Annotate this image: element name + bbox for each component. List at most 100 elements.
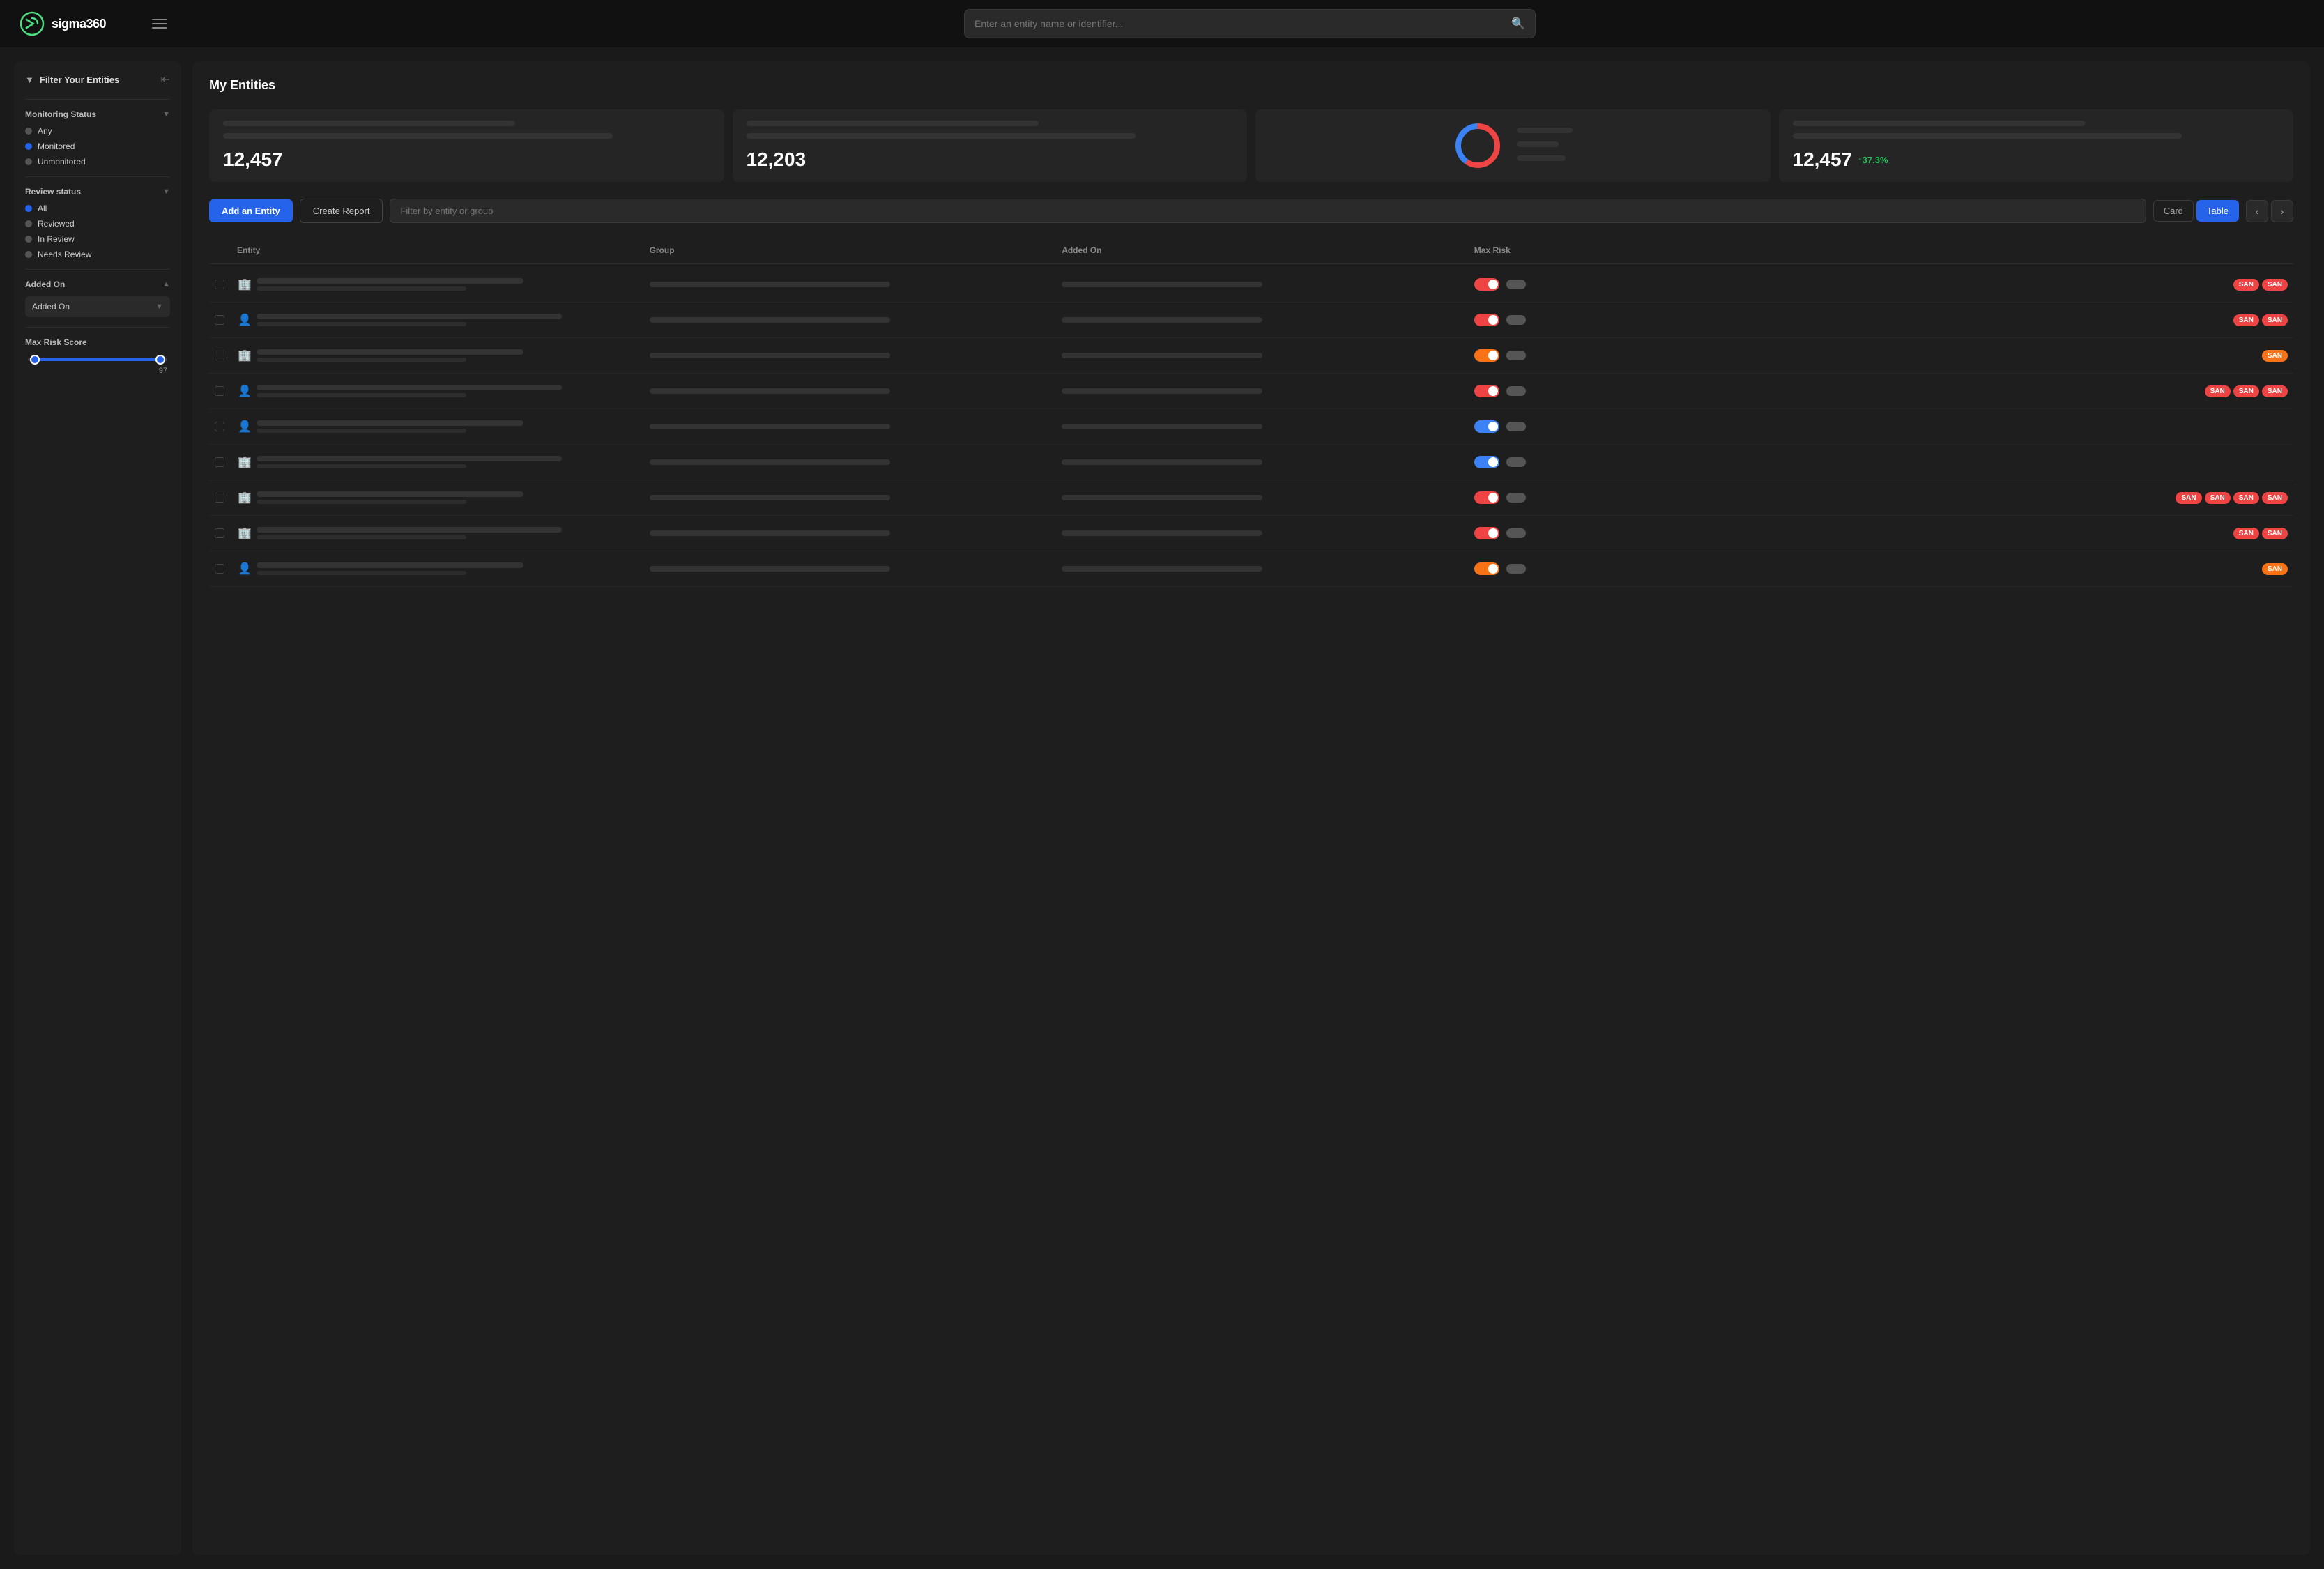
row-5-checkbox[interactable] — [215, 422, 224, 431]
row-9-name-skeleton — [257, 562, 523, 568]
prev-arrow[interactable]: ‹ — [2246, 200, 2268, 222]
search-input[interactable] — [974, 18, 1511, 29]
hamburger-menu[interactable] — [152, 19, 167, 29]
review-option-in-review[interactable]: In Review — [25, 234, 170, 244]
row-5-group-skeleton — [650, 424, 890, 429]
row-7-risk-cell — [1469, 489, 1881, 507]
row-2-risk-toggle[interactable] — [1474, 314, 1499, 326]
row-3-checkbox-cell — [209, 348, 231, 363]
stat-skeleton-1 — [223, 121, 515, 126]
row-9-san-1: SAN — [2262, 563, 2288, 575]
row-1-risk-track — [1506, 280, 1526, 289]
row-3-badges-cell: SAN — [1881, 347, 2293, 365]
review-status-title: Review status — [25, 187, 81, 197]
row-1-risk-toggle[interactable] — [1474, 278, 1499, 291]
create-report-button[interactable]: Create Report — [300, 199, 383, 223]
row-3-risk-toggle[interactable] — [1474, 349, 1499, 362]
row-4-risk-toggle[interactable] — [1474, 385, 1499, 397]
row-6-entity-cell: 🏢 — [231, 452, 644, 473]
stat-card-4: 12,457 ↑37.3% — [1779, 109, 2294, 182]
row-3-entity-info — [257, 349, 639, 362]
row-6-sub-skeleton — [257, 464, 466, 468]
view-card-button[interactable]: Card — [2153, 200, 2194, 222]
monitoring-option-monitored[interactable]: Monitored — [25, 141, 170, 151]
row-2-risk-track — [1506, 315, 1526, 325]
row-8-date-skeleton — [1062, 530, 1262, 536]
th-added-on: Added On — [1056, 243, 1469, 258]
added-on-dropdown[interactable]: Added On ▼ — [25, 296, 170, 317]
row-6-badges-cell — [1881, 459, 2293, 465]
add-entity-button[interactable]: Add an Entity — [209, 199, 293, 222]
row-8-risk-toggle[interactable] — [1474, 527, 1499, 539]
table-header: Entity Group Added On Max Risk — [209, 237, 2293, 264]
row-5-checkbox-cell — [209, 419, 231, 434]
row-4-checkbox[interactable] — [215, 386, 224, 396]
monitoring-status-title: Monitoring Status — [25, 109, 96, 119]
row-1-group-skeleton — [650, 282, 890, 287]
row-1-checkbox[interactable] — [215, 280, 224, 289]
row-6-risk-toggle[interactable] — [1474, 456, 1499, 468]
row-7-date-skeleton — [1062, 495, 1262, 500]
row-2-date-cell — [1056, 314, 1469, 326]
table-row: 👤 SAN — [209, 551, 2293, 587]
th-entity: Entity — [231, 243, 644, 258]
row-6-group-skeleton — [650, 459, 890, 465]
row-5-risk-toggle[interactable] — [1474, 420, 1499, 433]
review-status-header[interactable]: Review status ▼ — [25, 187, 170, 197]
sidebar-collapse-icon[interactable]: ⇤ — [161, 72, 170, 86]
monitoring-status-header[interactable]: Monitoring Status ▼ — [25, 109, 170, 119]
row-8-date-cell — [1056, 528, 1469, 539]
row-3-san-badges: SAN — [2262, 350, 2288, 362]
filter-icon: ▼ — [25, 75, 34, 85]
slider-thumb-left[interactable] — [30, 355, 40, 365]
stat-4-value: 12,457 — [1793, 148, 1853, 171]
row-9-risk-toggle[interactable] — [1474, 562, 1499, 575]
row-8-risk-track — [1506, 528, 1526, 538]
next-arrow[interactable]: › — [2271, 200, 2293, 222]
row-5-person-icon: 👤 — [237, 419, 252, 434]
row-7-risk-toggle[interactable] — [1474, 491, 1499, 504]
risk-slider[interactable]: 97 — [25, 358, 170, 375]
row-1-badges-cell: SAN SAN — [1881, 276, 2293, 293]
row-8-checkbox[interactable] — [215, 528, 224, 538]
table-row: 🏢 SAN — [209, 267, 2293, 303]
row-3-entity-cell: 🏢 — [231, 345, 644, 366]
monitoring-status-section: Monitoring Status ▼ Any Monitored Unmoni… — [25, 99, 170, 176]
monitoring-option-unmonitored[interactable]: Unmonitored — [25, 157, 170, 167]
logo-area: sigma360 — [20, 11, 131, 36]
row-6-building-icon: 🏢 — [237, 454, 252, 470]
review-reviewed-label: Reviewed — [38, 219, 75, 229]
review-option-needs-review[interactable]: Needs Review — [25, 250, 170, 259]
row-3-group-skeleton — [650, 353, 890, 358]
monitoring-option-any[interactable]: Any — [25, 126, 170, 136]
table-row: 👤 SAN — [209, 374, 2293, 409]
row-1-checkbox-cell — [209, 277, 231, 292]
row-9-checkbox[interactable] — [215, 564, 224, 574]
row-4-sub-skeleton — [257, 393, 466, 397]
global-search-bar[interactable]: 🔍 — [964, 9, 1536, 38]
review-option-reviewed[interactable]: Reviewed — [25, 219, 170, 229]
row-8-entity-cell: 🏢 — [231, 523, 644, 544]
row-8-san-badges: SAN SAN — [2233, 528, 2288, 539]
logo-text: sigma360 — [52, 17, 106, 31]
row-7-checkbox[interactable] — [215, 493, 224, 503]
row-2-checkbox[interactable] — [215, 315, 224, 325]
entity-group-filter-input[interactable] — [390, 199, 2146, 223]
row-7-entity-cell: 🏢 — [231, 487, 644, 508]
row-9-sub-skeleton — [257, 571, 466, 575]
slider-thumb-right[interactable] — [155, 355, 165, 365]
main-layout: ▼ Filter Your Entities ⇤ Monitoring Stat… — [0, 47, 2324, 1569]
row-5-sub-skeleton — [257, 429, 466, 433]
row-3-checkbox[interactable] — [215, 351, 224, 360]
row-8-group-cell — [644, 528, 1057, 539]
row-7-entity-info — [257, 491, 639, 504]
row-9-date-cell — [1056, 563, 1469, 574]
row-3-sub-skeleton — [257, 358, 466, 362]
row-1-building-icon: 🏢 — [237, 277, 252, 292]
view-table-button[interactable]: Table — [2196, 200, 2239, 222]
row-3-risk-cell — [1469, 346, 1881, 365]
review-option-all[interactable]: All — [25, 204, 170, 213]
table-row: 🏢 SAN — [209, 516, 2293, 551]
row-6-checkbox[interactable] — [215, 457, 224, 467]
row-4-date-skeleton — [1062, 388, 1262, 394]
